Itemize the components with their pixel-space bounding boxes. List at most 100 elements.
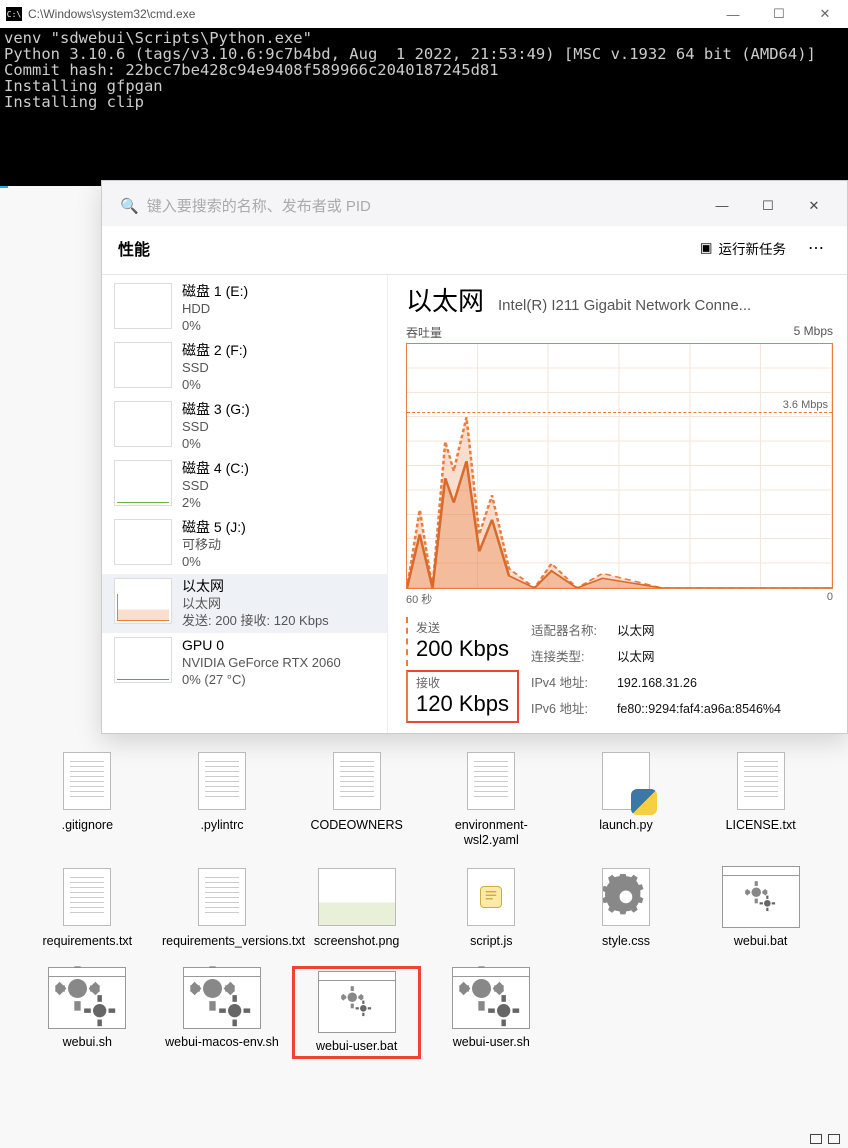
file-item[interactable]: webui-macos-env.sh: [159, 967, 286, 1058]
close-button[interactable]: ✕: [802, 0, 848, 28]
sidebar-item-sub1: 可移动: [182, 536, 246, 553]
cmd-window: C:\ C:\Windows\system32\cmd.exe — ☐ ✕ ve…: [0, 0, 848, 186]
tab-performance[interactable]: 性能: [118, 236, 150, 260]
file-label: script.js: [470, 934, 512, 949]
file-icon: [587, 866, 665, 928]
file-label: style.css: [602, 934, 650, 949]
file-icon: [318, 866, 396, 928]
sidebar-item-sub1: 以太网: [182, 595, 329, 612]
file-item[interactable]: script.js: [428, 866, 555, 949]
sidebar-item[interactable]: GPU 0 NVIDIA GeForce RTX 2060 0% (27 °C): [102, 633, 387, 692]
performance-sidebar[interactable]: 磁盘 1 (E:) HDD 0% 磁盘 2 (F:) SSD 0% 磁盘 3 (…: [102, 275, 387, 733]
meta-key: IPv6 地址:: [531, 697, 615, 721]
maximize-button[interactable]: ☐: [756, 0, 802, 28]
file-item[interactable]: .gitignore: [24, 750, 151, 848]
sidebar-thumb: [114, 401, 172, 447]
file-item[interactable]: LICENSE.txt: [697, 750, 824, 848]
file-item[interactable]: webui-user.sh: [428, 967, 555, 1058]
file-item[interactable]: webui.bat: [697, 866, 824, 949]
sidebar-item-sub1: HDD: [182, 300, 248, 317]
sidebar-item[interactable]: 磁盘 4 (C:) SSD 2%: [102, 456, 387, 515]
sidebar-item-name: GPU 0: [182, 637, 341, 654]
cmd-titlebar[interactable]: C:\ C:\Windows\system32\cmd.exe — ☐ ✕: [0, 0, 848, 28]
meta-key: 连接类型:: [531, 645, 615, 669]
file-icon: [452, 967, 530, 1029]
file-label: requirements_versions.txt: [162, 934, 282, 949]
minimize-button[interactable]: —: [710, 0, 756, 28]
sidebar-item-name: 磁盘 3 (G:): [182, 401, 250, 418]
meta-value: 192.168.31.26: [617, 671, 781, 695]
sidebar-thumb: [114, 578, 172, 624]
chart-svg: [407, 344, 832, 588]
sidebar-item[interactable]: 磁盘 1 (E:) HDD 0%: [102, 279, 387, 338]
sidebar-thumb: [114, 519, 172, 565]
sidebar-item[interactable]: 磁盘 3 (G:) SSD 0%: [102, 397, 387, 456]
file-label: webui-user.bat: [316, 1039, 397, 1054]
run-new-task-icon: ▣: [700, 240, 713, 256]
sidebar-thumb: [114, 283, 172, 329]
chart-label-throughput: 吞吐量: [406, 324, 442, 341]
file-icon: [183, 866, 261, 928]
taskbar-tray[interactable]: [810, 1134, 840, 1144]
sidebar-item[interactable]: 磁盘 2 (F:) SSD 0%: [102, 338, 387, 397]
file-label: webui.sh: [63, 1035, 112, 1050]
run-new-task-button[interactable]: ▣ 运行新任务: [692, 234, 794, 262]
file-item[interactable]: webui.sh: [24, 967, 151, 1058]
stat-send: 发送 200 Kbps: [406, 617, 519, 666]
more-button[interactable]: ⋯: [802, 236, 831, 260]
file-item[interactable]: launch.py: [563, 750, 690, 848]
sidebar-item-sub1: NVIDIA GeForce RTX 2060: [182, 654, 341, 671]
file-icon: [183, 750, 261, 812]
task-manager-titlebar[interactable]: 🔍 键入要搜索的名称、发布者或 PID — ☐ ✕: [102, 181, 847, 226]
sidebar-item-name: 磁盘 1 (E:): [182, 283, 248, 300]
sidebar-item[interactable]: 以太网 以太网 发送: 200 接收: 120 Kbps: [102, 574, 387, 633]
sidebar-item-sub1: SSD: [182, 418, 250, 435]
chart-label-max: 5 Mbps: [794, 324, 833, 341]
file-icon: [722, 866, 800, 928]
meta-value: 以太网: [617, 645, 781, 669]
file-item[interactable]: webui-user.bat: [293, 967, 420, 1058]
task-manager-window: 🔍 键入要搜索的名称、发布者或 PID — ☐ ✕ 性能 ▣ 运行新任务 ⋯ 磁…: [101, 180, 848, 734]
sidebar-item-sub2: 0%: [182, 553, 246, 570]
file-label: webui-macos-env.sh: [165, 1035, 279, 1050]
search-input[interactable]: 🔍 键入要搜索的名称、发布者或 PID: [112, 191, 412, 220]
file-icon: [722, 750, 800, 812]
meta-value: 以太网: [617, 619, 781, 643]
sidebar-thumb: [114, 637, 172, 683]
performance-detail: 以太网 Intel(R) I211 Gigabit Network Conne.…: [387, 275, 847, 733]
meta-key: 适配器名称:: [531, 619, 615, 643]
file-label: CODEOWNERS: [310, 818, 402, 833]
file-item[interactable]: style.css: [563, 866, 690, 949]
file-item[interactable]: environment-wsl2.yaml: [428, 750, 555, 848]
cmd-title: C:\Windows\system32\cmd.exe: [28, 7, 710, 21]
sidebar-item-sub2: 0% (27 °C): [182, 671, 341, 688]
sidebar-thumb: [114, 342, 172, 388]
file-label: .gitignore: [62, 818, 113, 833]
file-label: webui-user.sh: [453, 1035, 530, 1050]
file-icon: [452, 866, 530, 928]
file-label: webui.bat: [734, 934, 788, 949]
search-placeholder: 键入要搜索的名称、发布者或 PID: [147, 195, 371, 216]
run-new-task-label: 运行新任务: [719, 238, 787, 258]
file-icon: [48, 866, 126, 928]
sidebar-item-sub2: 0%: [182, 317, 248, 334]
file-icon: [48, 967, 126, 1029]
detail-subtitle: Intel(R) I211 Gigabit Network Conne...: [498, 297, 833, 314]
file-item[interactable]: CODEOWNERS: [293, 750, 420, 848]
stat-send-value: 200 Kbps: [416, 636, 511, 662]
file-item[interactable]: .pylintrc: [159, 750, 286, 848]
file-item[interactable]: requirements.txt: [24, 866, 151, 949]
sidebar-item-name: 磁盘 4 (C:): [182, 460, 249, 477]
file-item[interactable]: screenshot.png: [293, 866, 420, 949]
file-label: screenshot.png: [314, 934, 399, 949]
file-item[interactable]: requirements_versions.txt: [159, 866, 286, 949]
sidebar-item[interactable]: 磁盘 5 (J:) 可移动 0%: [102, 515, 387, 574]
maximize-button[interactable]: ☐: [745, 195, 791, 217]
close-button[interactable]: ✕: [791, 195, 837, 217]
stat-recv-highlighted: 接收 120 Kbps: [406, 670, 519, 723]
minimize-button[interactable]: —: [699, 195, 745, 217]
cmd-output: venv "sdwebui\Scripts\Python.exe" Python…: [0, 28, 848, 112]
network-chart: 3.6 Mbps: [406, 343, 833, 589]
file-explorer-grid: .gitignore .pylintrc CODEOWNERS environm…: [0, 740, 848, 1068]
sidebar-item-sub2: 0%: [182, 376, 247, 393]
